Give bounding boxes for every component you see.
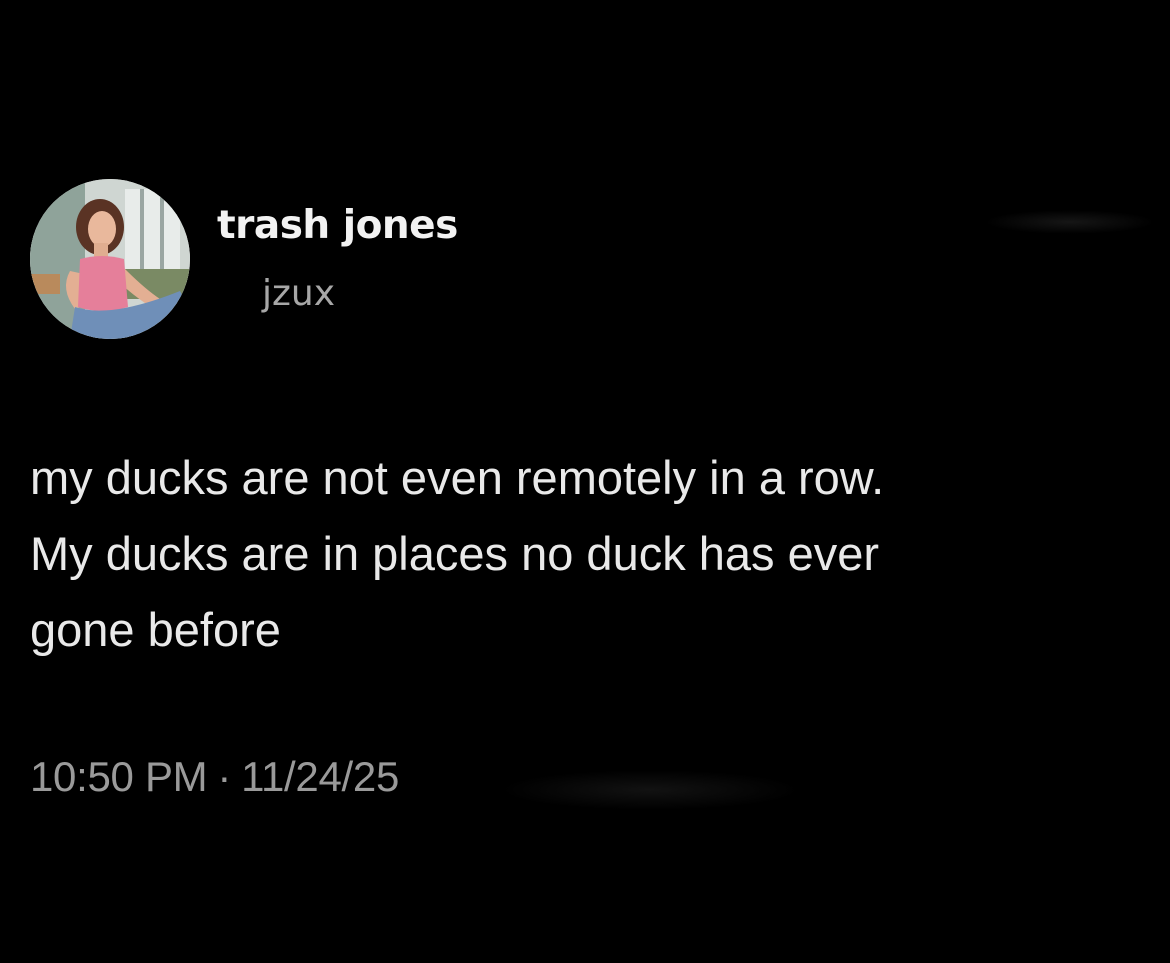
tweet-timestamp[interactable]: 10:50 PM · 11/24/25 bbox=[30, 753, 399, 801]
tweet-line: gone before bbox=[30, 603, 281, 656]
tweet-line: my ducks are not even remotely in a row. bbox=[30, 451, 885, 504]
tweet-body: my ducks are not even remotely in a row.… bbox=[30, 440, 1140, 668]
display-name[interactable]: trash jones bbox=[217, 203, 458, 248]
tweet-date: 11/24/25 bbox=[241, 753, 400, 800]
faded-view-count bbox=[500, 770, 800, 810]
faded-more-options bbox=[985, 210, 1155, 234]
tweet-card: trash jones jzux my ducks are not even r… bbox=[0, 0, 1170, 963]
tweet-time: 10:50 PM bbox=[30, 753, 208, 800]
user-handle[interactable]: jzux bbox=[262, 273, 335, 314]
tweet-line: My ducks are in places no duck has ever bbox=[30, 527, 880, 580]
avatar[interactable] bbox=[30, 179, 190, 339]
profile-photo-icon bbox=[30, 179, 190, 339]
meta-separator: · bbox=[217, 753, 232, 800]
